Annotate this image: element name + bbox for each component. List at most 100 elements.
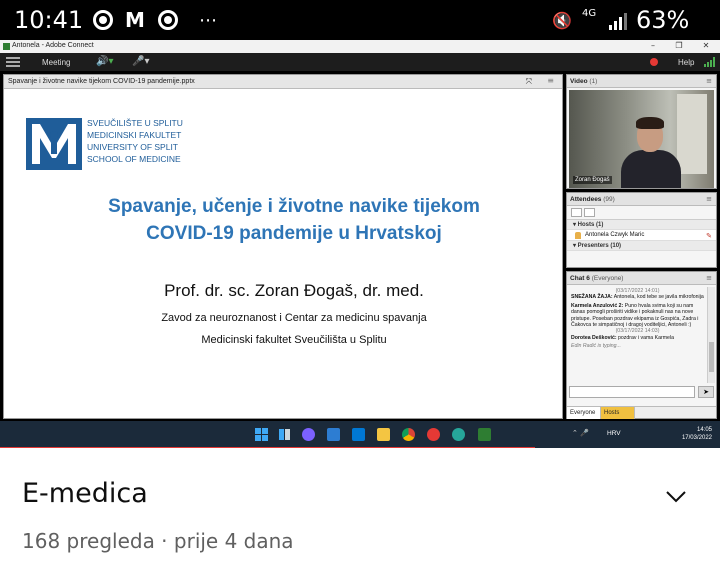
share-pod-header: Spavanje i životne navike tijekom COVID-…	[4, 75, 562, 89]
chat-send-button[interactable]: ➤	[698, 386, 714, 398]
logo-line-4: SCHOOL OF MEDICINE	[87, 154, 181, 164]
host-icon	[575, 232, 581, 239]
slide-author: Prof. dr. sc. Zoran Đogaš, dr. med.	[164, 281, 424, 300]
slide-department: Zavod za neuroznanost i Centar za medici…	[161, 312, 427, 324]
close-button[interactable]: ✕	[699, 41, 713, 50]
maximize-button[interactable]: ❐	[672, 41, 686, 50]
network-type-label: 4G	[582, 8, 597, 19]
chat-audience: (Everyone)	[591, 275, 624, 282]
webcam-feed: Zoran Đogaš	[569, 90, 714, 188]
chrome-notification-icon	[92, 9, 114, 31]
window-title: Antonela - Adobe Connect	[12, 42, 94, 49]
chevron-down-icon[interactable]	[664, 484, 688, 508]
presentation-slide: SVEUČILIŠTE U SPLITU MEDICINSKI FAKULTET…	[4, 90, 562, 418]
pod-menu-icon[interactable]: ≡	[547, 76, 554, 85]
presenters-section[interactable]: ▾ Presenters (10)	[567, 241, 716, 251]
status-time: 10:41	[14, 6, 84, 34]
chat-message: Dorotea Dešković: pozdrav i vama Karmela	[571, 335, 704, 341]
battery-percentage: 63%	[636, 6, 690, 34]
teams-chat-icon[interactable]	[302, 428, 315, 441]
taskbar-clock[interactable]: 14:05 17/03/2022	[672, 426, 712, 442]
share-pod-title: Spavanje i životne navike tijekom COVID-…	[8, 78, 195, 85]
attendees-pod: Attendees (99) ≡ ▾ Hosts (1) Antonela Cz…	[566, 192, 717, 268]
slide-title-line-1: Spavanje, učenje i životne navike tijeko…	[108, 196, 480, 217]
chat-message: Karmela Anzulović 2: Puno hvala svima ko…	[571, 303, 704, 329]
windows-start-icon[interactable]	[255, 428, 268, 441]
attendees-pod-title: Attendees	[570, 196, 602, 203]
widgets-icon[interactable]	[327, 428, 340, 441]
more-notifications-icon: ⋯	[199, 9, 219, 31]
chat-input[interactable]	[569, 386, 695, 398]
pod-menu-icon[interactable]: ≡	[706, 77, 712, 85]
logo-line-1: SVEUČILIŠTE U SPLITU	[87, 118, 183, 128]
clock-date: 17/03/2022	[681, 435, 712, 441]
pod-menu-icon[interactable]: ≡	[706, 274, 712, 282]
tab-everyone[interactable]: Everyone	[567, 407, 601, 419]
language-indicator[interactable]: HRV	[607, 430, 621, 437]
logo-line-3: UNIVERSITY OF SPLIT	[87, 142, 179, 152]
status-view-icon[interactable]	[584, 208, 595, 217]
signal-strength-icon	[609, 13, 627, 30]
file-explorer-icon[interactable]	[377, 428, 390, 441]
share-pod: Spavanje i životne navike tijekom COVID-…	[3, 74, 563, 419]
vibrate-mute-icon: 🔇	[552, 10, 572, 30]
chat-author: SNEŽANA ŽAJA:	[571, 294, 613, 301]
windows-taskbar: ⌃ 🎤 HRV 14:05 17/03/2022	[0, 421, 720, 448]
meeting-menu[interactable]: Meeting	[42, 58, 70, 67]
app-icon[interactable]	[427, 428, 440, 441]
speaker-icon[interactable]: 🔊▾	[96, 56, 113, 67]
slide-title: Spavanje, učenje i životne navike tijeko…	[44, 193, 544, 247]
app-icon-2[interactable]	[452, 428, 465, 441]
video-pod-count: (1)	[589, 78, 598, 85]
store-icon[interactable]	[352, 428, 365, 441]
chat-messages: (03/17/2022 14:01) SNEŽANA ŽAJA: Antonel…	[569, 287, 706, 383]
attendees-count: (99)	[603, 196, 615, 203]
attendees-pod-header: Attendees (99) ≡	[567, 193, 716, 206]
video-title[interactable]: E-medica	[22, 478, 148, 509]
chat-scrollbar[interactable]	[707, 287, 715, 383]
gmail-notification-icon: M	[125, 8, 145, 32]
window-titlebar: Antonela - Adobe Connect – ❐ ✕	[0, 40, 720, 53]
help-menu[interactable]: Help	[678, 58, 694, 67]
attendees-toolbar	[567, 206, 716, 220]
chat-text: pozdrav i vama Karmela	[618, 334, 674, 341]
chat-author: Dorotea Dešković:	[571, 334, 617, 341]
video-pod-title: Video	[570, 78, 588, 85]
slide-faculty: Medicinski fakultet Sveučilišta u Splitu	[201, 334, 387, 346]
slide-title-line-2: COVID-19 pandemije u Hrvatskoj	[146, 223, 442, 244]
chat-author: Karmela Anzulović 2:	[571, 302, 624, 309]
chat-tabs: Everyone Hosts	[567, 406, 716, 419]
list-view-icon[interactable]	[571, 208, 582, 217]
video-meta: 168 pregleda · prije 4 dana	[22, 529, 294, 553]
tab-hosts[interactable]: Hosts	[601, 407, 635, 419]
video-pod-header: Video (1) ≡	[567, 75, 716, 88]
chat-pod-title: Chat 6	[570, 275, 590, 282]
task-view-icon[interactable]	[278, 428, 291, 441]
chrome-icon[interactable]	[402, 428, 415, 441]
adobe-connect-taskbar-icon[interactable]	[478, 428, 491, 441]
adobe-connect-app-icon	[3, 43, 10, 50]
system-tray[interactable]: ⌃ 🎤	[572, 429, 589, 437]
pod-menu-icon[interactable]: ≡	[706, 195, 712, 203]
typing-indicator: Edin Radić is typing...	[571, 343, 621, 350]
chrome-notification-icon-2	[157, 9, 179, 31]
hosts-section[interactable]: ▾ Hosts (1)	[567, 220, 716, 230]
status-bar: 10:41 M ⋯ 🔇 4G 63%	[0, 0, 720, 40]
fullscreen-icon[interactable]: ⤧	[526, 77, 532, 87]
video-player[interactable]: Antonela - Adobe Connect – ❐ ✕ Meeting 🔊…	[0, 40, 720, 448]
adobe-connect-menubar: Meeting 🔊▾ 🎤▾ Help	[0, 53, 720, 71]
chat-pod-header: Chat 6 (Everyone) ≡	[567, 272, 716, 285]
microphone-status-icon: ✎	[706, 232, 712, 240]
video-pod: Video (1) ≡ Zoran Đogaš	[566, 74, 717, 189]
recording-indicator-icon	[650, 58, 658, 66]
logo-line-2: MEDICINSKI FAKULTET	[87, 130, 182, 140]
attendee-row[interactable]: Antonela Czwyk Maric ✎	[567, 230, 716, 241]
microphone-icon[interactable]: 🎤▾	[132, 56, 149, 67]
chat-message: SNEŽANA ŽAJA: Antonela, kod tebe se javi…	[571, 294, 704, 300]
hamburger-menu-icon[interactable]	[6, 57, 20, 67]
video-info: E-medica 168 pregleda · prije 4 dana	[0, 448, 720, 574]
attendee-name: Antonela Czwyk Maric	[585, 232, 645, 238]
minimize-button[interactable]: –	[646, 41, 660, 50]
university-logo-text: SVEUČILIŠTE U SPLITU MEDICINSKI FAKULTET…	[87, 117, 183, 165]
clock-time: 14:05	[696, 427, 712, 433]
